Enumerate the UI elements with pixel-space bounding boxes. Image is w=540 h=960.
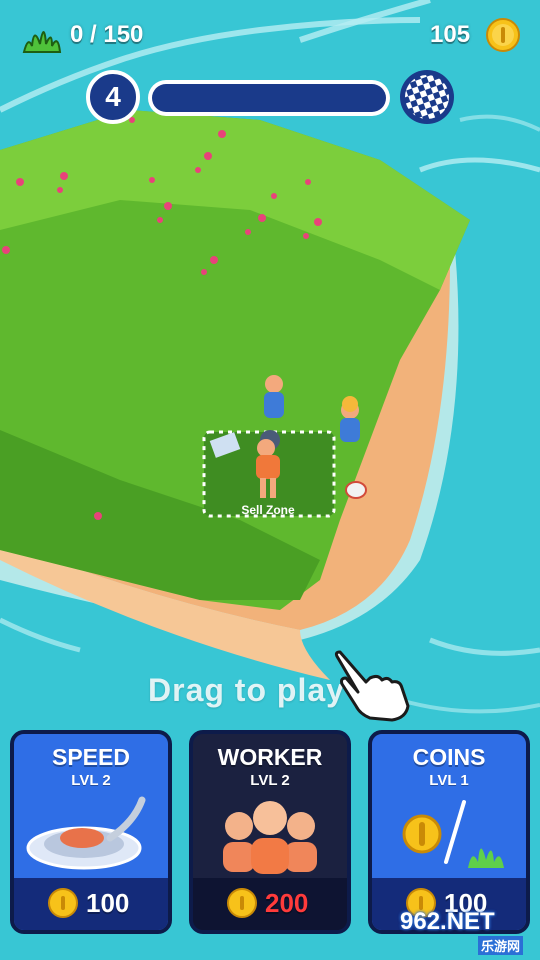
level-progress-bar	[148, 80, 390, 116]
coins-upgrade-card[interactable]: COINS LVL 1 100	[368, 730, 530, 934]
upgrade-price: 200	[265, 888, 309, 918]
card-title: SPEED	[52, 744, 130, 770]
card-title: WORKER	[217, 744, 323, 770]
grass-counter: 0 / 150	[70, 21, 144, 48]
card-price-bar: 100	[14, 878, 168, 930]
workers-group-icon	[223, 801, 317, 874]
coin-icon	[48, 888, 78, 918]
watermark: 962.NET 乐游网	[400, 908, 536, 956]
level-badge: 4	[86, 70, 140, 124]
coin-balance: 105	[430, 21, 471, 48]
upgrade-price: 100	[86, 888, 130, 918]
coin-per-grass-icon	[402, 800, 504, 868]
coin-icon	[227, 888, 257, 918]
drag-hint: Drag to play	[148, 672, 345, 708]
card-level: LVL 2	[250, 772, 290, 789]
grass-icon	[22, 31, 62, 53]
coin-icon	[486, 18, 520, 52]
mower-blade-icon	[26, 796, 146, 870]
finish-flag-icon	[400, 70, 454, 124]
watermark-sub: 乐游网	[478, 936, 524, 955]
watermark-brand: 962.NET	[400, 908, 495, 935]
speed-upgrade-card[interactable]: SPEED LVL 2 100	[10, 730, 172, 934]
worker-upgrade-card[interactable]: WORKER LVL 2 200	[189, 730, 351, 934]
card-title: COINS	[412, 744, 486, 770]
card-level: LVL 1	[429, 772, 469, 789]
pointing-hand-icon	[334, 650, 410, 722]
card-price-bar: 200	[193, 878, 347, 930]
card-level: LVL 2	[71, 772, 111, 789]
sell-zone-label: Sell Zone	[241, 503, 295, 517]
